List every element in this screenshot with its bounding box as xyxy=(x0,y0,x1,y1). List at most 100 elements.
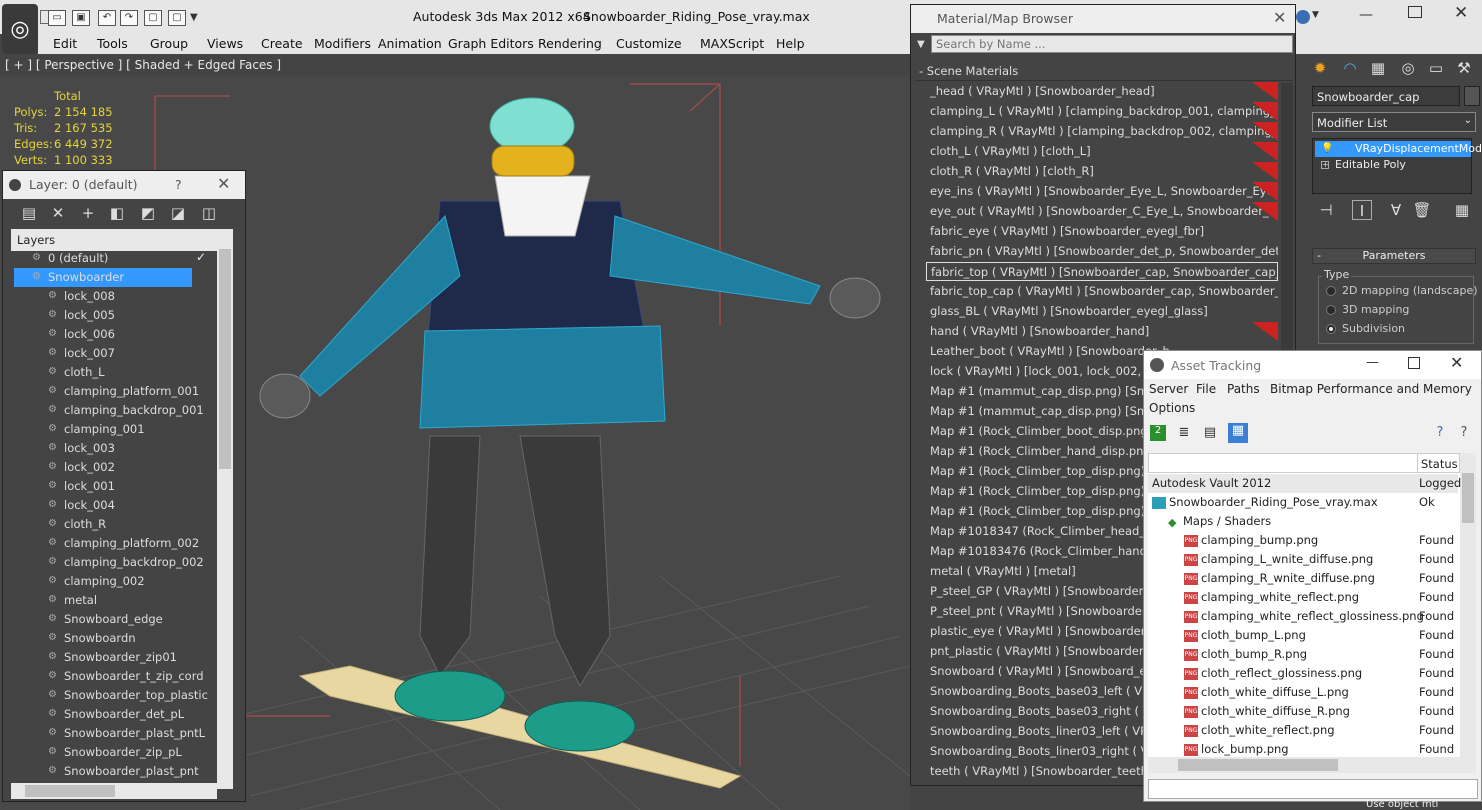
viewport-label[interactable]: [ + ] [ Perspective ] [ Shaded + Edged F… xyxy=(0,54,910,76)
layer-item[interactable]: ⚙ lock_004 xyxy=(30,496,210,515)
refresh-icon[interactable]: 2 xyxy=(1150,425,1166,441)
layer-item[interactable]: ⚙ lock_003 xyxy=(30,439,210,458)
menu-maxscript[interactable]: MAXScript xyxy=(700,36,764,51)
vertical-scrollbar[interactable] xyxy=(1460,453,1476,757)
stack-item-editable-poly[interactable]: Editable Poly xyxy=(1335,158,1406,171)
layer-item[interactable]: ⚙ lock_006 xyxy=(30,325,210,344)
utilities-tab-icon[interactable]: ⚒ xyxy=(1454,58,1474,78)
modify-tab-icon[interactable]: ◠ xyxy=(1340,58,1360,78)
material-item[interactable]: eye_out ( VRayMtl ) [Snowboarder_C_Eye_L… xyxy=(926,202,1278,221)
asset-row[interactable]: PNG cloth_white_reflect.png xyxy=(1148,721,1458,740)
pin-stack-icon[interactable]: ⊣ xyxy=(1316,200,1336,220)
horizontal-scrollbar[interactable] xyxy=(11,783,217,799)
configure-sets-icon[interactable]: ▦ xyxy=(1452,200,1472,220)
expand-icon[interactable]: + xyxy=(1321,161,1329,169)
asset-row[interactable]: Autodesk Vault 2012 xyxy=(1148,474,1458,493)
menu-file[interactable]: File xyxy=(1196,382,1216,396)
display-tab-icon[interactable]: ▭ xyxy=(1426,58,1446,78)
layer-item[interactable]: ⚙ Snowboarder_plast_pntL xyxy=(30,724,210,743)
add-to-layer-icon[interactable]: + xyxy=(78,203,98,223)
material-item[interactable]: clamping_R ( VRayMtl ) [clamping_backdro… xyxy=(926,122,1278,141)
layer-item[interactable]: ⚙ Snowboarder_zip_pL xyxy=(30,743,210,762)
select-objects-icon[interactable]: ◧ xyxy=(107,203,127,223)
help-icon[interactable]: ? xyxy=(1432,425,1448,441)
layer-item[interactable]: ⚙ lock_002 xyxy=(30,458,210,477)
modifier-list-dropdown[interactable]: Modifier List ⌄ xyxy=(1312,112,1476,132)
hierarchy-tab-icon[interactable]: ▦ xyxy=(1368,58,1388,78)
material-item[interactable]: cloth_R ( VRayMtl ) [cloth_R] xyxy=(926,162,1278,181)
material-item[interactable]: eye_ins ( VRayMtl ) [Snowboarder_Eye_L, … xyxy=(926,182,1278,201)
options-dropdown-icon[interactable]: ▼ xyxy=(917,39,925,50)
stack-item-vray-displacement[interactable]: VRayDisplacementMod xyxy=(1315,141,1482,157)
material-item[interactable]: hand ( VRayMtl ) [Snowboarder_hand] xyxy=(926,322,1278,341)
undo-icon[interactable]: ↶ xyxy=(98,10,116,26)
menu-create[interactable]: Create xyxy=(261,36,303,51)
help-icon[interactable]: ? xyxy=(175,177,182,192)
layer-item[interactable]: ⚙ Snowboard_edge xyxy=(30,610,210,629)
layer-item[interactable]: ⚙ clamping_002 xyxy=(30,572,210,591)
layer-item[interactable]: ⚙ cloth_L xyxy=(30,363,210,382)
show-end-result-icon[interactable]: Ⅰ xyxy=(1352,200,1372,220)
layer-item[interactable]: ⚙ Snowboarder xyxy=(14,268,192,287)
layer-item[interactable]: ⚙ Snowboarder_zip01 xyxy=(30,648,210,667)
material-item[interactable]: _head ( VRayMtl ) [Snowboarder_head] xyxy=(926,82,1278,101)
asset-row[interactable]: Snowboarder_Riding_Pose_vray.max xyxy=(1148,493,1458,512)
layer-item[interactable]: ⚙ clamping_001 xyxy=(30,420,210,439)
material-item[interactable]: clamping_L ( VRayMtl ) [clamping_backdro… xyxy=(926,102,1278,121)
menu-edit[interactable]: Edit xyxy=(53,36,77,51)
maximize-icon[interactable] xyxy=(1408,357,1420,369)
close-icon[interactable]: ✕ xyxy=(1273,8,1286,27)
menu-graph-editors[interactable]: Graph Editors xyxy=(448,36,534,51)
new-layer-icon[interactable]: ▤ xyxy=(19,203,39,223)
asset-row[interactable]: PNG clamping_bump.png xyxy=(1148,531,1458,550)
menu-server[interactable]: Server xyxy=(1149,382,1188,396)
app-logo-icon[interactable]: ◎ xyxy=(2,4,38,54)
highlight-layer-icon[interactable]: ◩ xyxy=(138,203,158,223)
menu-bitmap-performance[interactable]: Bitmap Performance and Memory xyxy=(1270,382,1472,396)
layer-item[interactable]: ⚙ metal xyxy=(30,591,210,610)
menu-rendering[interactable]: Rendering xyxy=(538,36,602,51)
layer-item[interactable]: ⚙ lock_007 xyxy=(30,344,210,363)
asset-row[interactable]: PNG cloth_white_diffuse_L.png xyxy=(1148,683,1458,702)
minimize-icon[interactable]: — xyxy=(1366,355,1379,370)
layer-item[interactable]: ⚙ cloth_R xyxy=(30,515,210,534)
layer-item[interactable]: ⚙ lock_005 xyxy=(30,306,210,325)
open-file-icon[interactable]: ▭ xyxy=(48,10,66,26)
object-name-field[interactable]: Snowboarder_cap xyxy=(1312,86,1460,106)
table-view-icon[interactable]: ▦ xyxy=(1228,423,1248,443)
asset-row[interactable]: PNG cloth_bump_L.png xyxy=(1148,626,1458,645)
hide-all-icon[interactable]: ◪ xyxy=(168,203,188,223)
menu-animation[interactable]: Animation xyxy=(378,36,442,51)
layer-item[interactable]: ⚙ clamping_platform_002 xyxy=(30,534,210,553)
save-file-icon[interactable]: ▣ xyxy=(72,10,90,26)
radio-subdivision[interactable] xyxy=(1326,324,1336,334)
context-help-icon[interactable]: ? xyxy=(1456,425,1472,441)
layer-item[interactable]: ⚙ lock_008 xyxy=(30,287,210,306)
search-input[interactable] xyxy=(931,35,1293,53)
thumbnail-view-icon[interactable]: ▤ xyxy=(1202,425,1218,441)
menu-modifiers[interactable]: Modifiers xyxy=(314,36,371,51)
motion-tab-icon[interactable]: ◎ xyxy=(1398,58,1418,78)
delete-layer-icon[interactable]: ✕ xyxy=(48,203,68,223)
asset-row[interactable]: PNG clamping_white_reflect.png xyxy=(1148,588,1458,607)
asset-row[interactable]: PNG clamping_R_wnite_diffuse.png xyxy=(1148,569,1458,588)
status-column-header[interactable]: Status xyxy=(1421,457,1458,471)
layer-item[interactable]: ⚙ clamping_platform_001 xyxy=(30,382,210,401)
parameters-rollout-header[interactable]: - Parameters xyxy=(1312,248,1476,264)
layer-item[interactable]: ⚙ clamping_backdrop_001 xyxy=(30,401,210,420)
menu-tools[interactable]: Tools xyxy=(97,36,128,51)
radio-3d-mapping[interactable] xyxy=(1326,305,1336,315)
layer-item[interactable]: ⚙ lock_001 xyxy=(30,477,210,496)
material-item[interactable]: fabric_eye ( VRayMtl ) [Snowboarder_eyeg… xyxy=(926,222,1278,241)
asset-row[interactable]: PNG cloth_white_diffuse_R.png xyxy=(1148,702,1458,721)
close-icon[interactable]: ✕ xyxy=(1450,353,1463,372)
menu-help[interactable]: Help xyxy=(776,36,805,51)
layer-item[interactable]: ⚙ 0 (default) xyxy=(14,249,194,268)
window-icon[interactable]: ▢ xyxy=(168,10,186,26)
asset-row[interactable]: ◆ Maps / Shaders xyxy=(1148,512,1458,531)
asset-row[interactable]: PNG cloth_reflect_glossiness.png xyxy=(1148,664,1458,683)
maximize-icon[interactable] xyxy=(1408,6,1422,18)
chevron-down-icon[interactable]: ▼ xyxy=(1312,10,1319,20)
layer-item[interactable]: ⚙ Snowboarder_t_zip_cord xyxy=(30,667,210,686)
light-bulb-icon[interactable]: 💡 xyxy=(1321,143,1333,154)
